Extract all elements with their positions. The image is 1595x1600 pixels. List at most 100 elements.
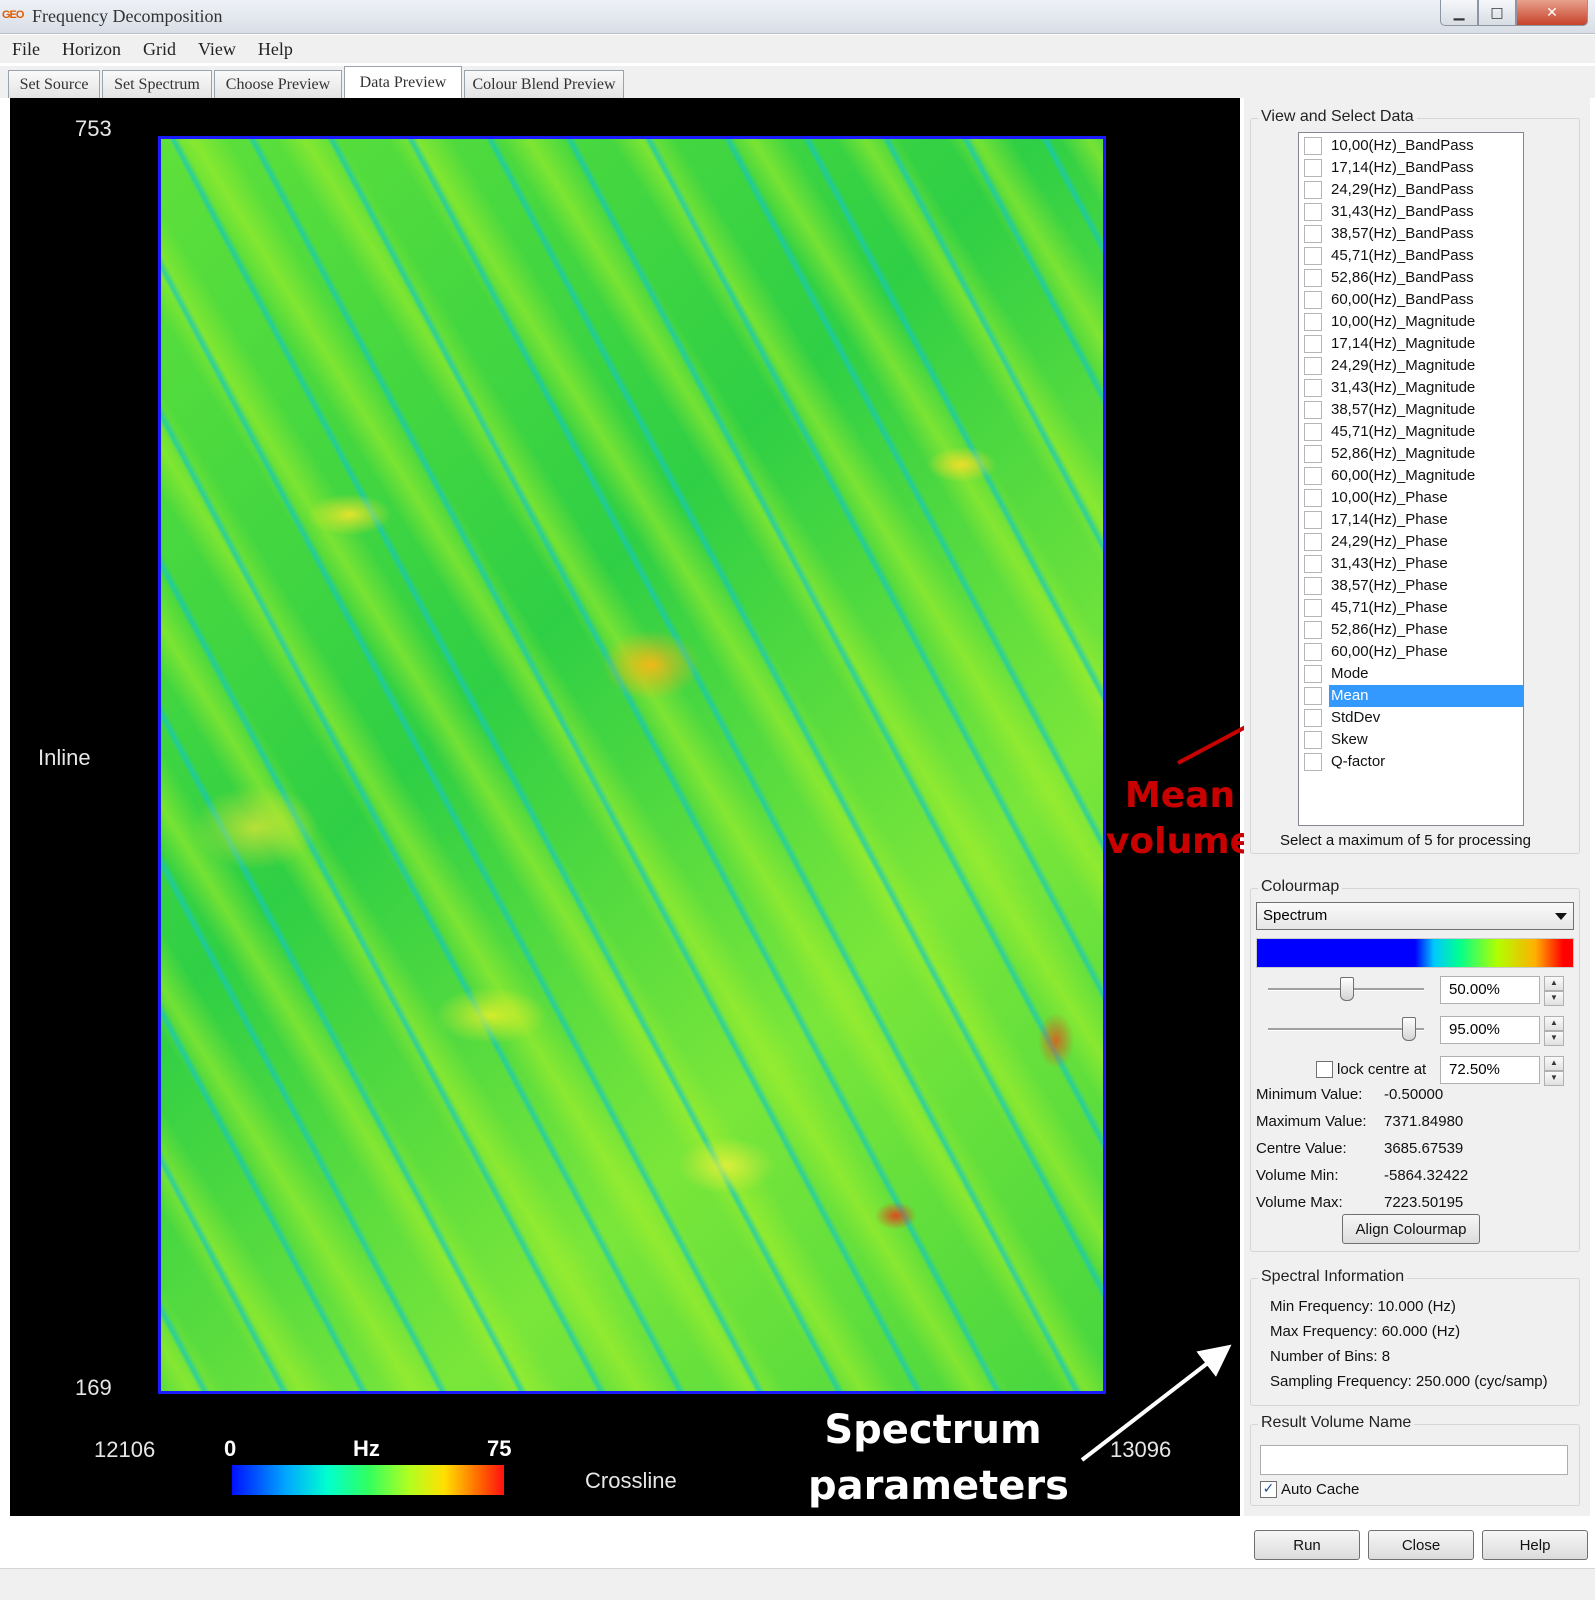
list-item-label: 52,86(Hz)_Magnitude: [1331, 445, 1476, 462]
list-item-checkbox[interactable]: [1304, 181, 1322, 199]
list-item-checkbox[interactable]: [1304, 137, 1322, 155]
list-item[interactable]: 45,71(Hz)_BandPass: [1299, 245, 1523, 267]
list-item[interactable]: StdDev: [1299, 707, 1523, 729]
auto-cache-checkbox[interactable]: ✓: [1260, 1481, 1277, 1498]
list-item-checkbox[interactable]: [1304, 511, 1322, 529]
list-item-label: 60,00(Hz)_Magnitude: [1331, 467, 1476, 484]
list-item-checkbox[interactable]: [1304, 555, 1322, 573]
list-item[interactable]: 38,57(Hz)_Phase: [1299, 575, 1523, 597]
slider1-thumb[interactable]: [1340, 977, 1354, 1001]
list-item[interactable]: 10,00(Hz)_BandPass: [1299, 135, 1523, 157]
list-item-checkbox[interactable]: [1304, 643, 1322, 661]
spin-up-icon[interactable]: ▲: [1544, 976, 1564, 991]
list-item[interactable]: 24,29(Hz)_Phase: [1299, 531, 1523, 553]
list-item-checkbox[interactable]: [1304, 247, 1322, 265]
list-item[interactable]: 24,29(Hz)_BandPass: [1299, 179, 1523, 201]
help-button[interactable]: Help: [1482, 1530, 1588, 1560]
list-item-checkbox[interactable]: [1304, 291, 1322, 309]
list-item-label: 38,57(Hz)_Phase: [1331, 577, 1448, 594]
list-item[interactable]: 10,00(Hz)_Phase: [1299, 487, 1523, 509]
number-of-bins-value: 8: [1381, 1348, 1391, 1365]
slider1-value-field[interactable]: 50.00%: [1440, 976, 1540, 1004]
list-item-checkbox[interactable]: [1304, 269, 1322, 287]
lock-centre-spinner[interactable]: ▲ ▼: [1544, 1056, 1564, 1086]
lock-centre-checkbox[interactable]: [1316, 1061, 1333, 1078]
list-item-checkbox[interactable]: [1304, 687, 1322, 705]
list-item-checkbox[interactable]: [1304, 665, 1322, 683]
slider2-value-field[interactable]: 95.00%: [1440, 1016, 1540, 1044]
slider2-track[interactable]: [1268, 1028, 1424, 1031]
list-item[interactable]: 52,86(Hz)_Magnitude: [1299, 443, 1523, 465]
list-item-label: 52,86(Hz)_BandPass: [1331, 269, 1474, 286]
list-item[interactable]: 45,71(Hz)_Phase: [1299, 597, 1523, 619]
list-item[interactable]: Q-factor: [1299, 751, 1523, 773]
close-button[interactable]: Close: [1368, 1530, 1474, 1560]
colourmap-select[interactable]: Spectrum: [1256, 902, 1574, 930]
list-item[interactable]: 60,00(Hz)_Phase: [1299, 641, 1523, 663]
slider2-thumb[interactable]: [1402, 1017, 1416, 1041]
list-item-checkbox[interactable]: [1304, 379, 1322, 397]
list-item-checkbox[interactable]: [1304, 709, 1322, 727]
list-item[interactable]: 38,57(Hz)_Magnitude: [1299, 399, 1523, 421]
slider1-spinner[interactable]: ▲ ▼: [1544, 976, 1564, 1006]
list-item-checkbox[interactable]: [1304, 313, 1322, 331]
spin-down-icon[interactable]: ▼: [1544, 1071, 1564, 1086]
list-item-checkbox[interactable]: [1304, 357, 1322, 375]
run-button[interactable]: Run: [1254, 1530, 1360, 1560]
list-item-checkbox[interactable]: [1304, 225, 1322, 243]
list-item[interactable]: Mode: [1299, 663, 1523, 685]
spin-up-icon[interactable]: ▲: [1544, 1016, 1564, 1031]
list-item-checkbox[interactable]: [1304, 445, 1322, 463]
stat-max-label: Maximum Value:: [1256, 1113, 1367, 1130]
list-item[interactable]: 10,00(Hz)_Magnitude: [1299, 311, 1523, 333]
spin-down-icon[interactable]: ▼: [1544, 991, 1564, 1006]
lock-centre-value-field[interactable]: 72.50%: [1440, 1056, 1540, 1084]
list-item[interactable]: 60,00(Hz)_Magnitude: [1299, 465, 1523, 487]
spin-up-icon[interactable]: ▲: [1544, 1056, 1564, 1071]
list-item-label: 31,43(Hz)_Magnitude: [1331, 379, 1476, 396]
stat-volume-max-value: 7223.50195: [1384, 1194, 1464, 1211]
list-item[interactable]: 31,43(Hz)_Phase: [1299, 553, 1523, 575]
list-item-checkbox[interactable]: [1304, 203, 1322, 221]
data-list[interactable]: 10,00(Hz)_BandPass 17,14(Hz)_BandPass 24,2…: [1298, 132, 1524, 826]
selection-limit-note: Select a maximum of 5 for processing: [1280, 832, 1531, 849]
list-item[interactable]: Mean: [1299, 685, 1523, 707]
list-item-label: 60,00(Hz)_BandPass: [1331, 291, 1474, 308]
list-item-label: 45,71(Hz)_Magnitude: [1331, 423, 1476, 440]
list-item-checkbox[interactable]: [1304, 599, 1322, 617]
list-item[interactable]: 45,71(Hz)_Magnitude: [1299, 421, 1523, 443]
list-item-label: Mode: [1331, 665, 1369, 682]
list-item[interactable]: 24,29(Hz)_Magnitude: [1299, 355, 1523, 377]
list-item-label: StdDev: [1331, 709, 1381, 726]
list-item[interactable]: 31,43(Hz)_BandPass: [1299, 201, 1523, 223]
list-item-label: 10,00(Hz)_Phase: [1331, 489, 1448, 506]
list-item-checkbox[interactable]: [1304, 159, 1322, 177]
list-item[interactable]: 52,86(Hz)_Phase: [1299, 619, 1523, 641]
spectral-info-title: Spectral Information: [1258, 1268, 1408, 1286]
list-item[interactable]: 17,14(Hz)_BandPass: [1299, 157, 1523, 179]
list-item[interactable]: Skew: [1299, 729, 1523, 751]
list-item[interactable]: 52,86(Hz)_BandPass: [1299, 267, 1523, 289]
list-item-checkbox[interactable]: [1304, 489, 1322, 507]
sampling-frequency-label: Sampling Frequency:: [1270, 1373, 1412, 1390]
list-item-checkbox[interactable]: [1304, 423, 1322, 441]
list-item-checkbox[interactable]: [1304, 335, 1322, 353]
list-item[interactable]: 31,43(Hz)_Magnitude: [1299, 377, 1523, 399]
list-item-checkbox[interactable]: [1304, 731, 1322, 749]
align-colourmap-button[interactable]: Align Colourmap: [1342, 1214, 1480, 1244]
list-item[interactable]: 17,14(Hz)_Magnitude: [1299, 333, 1523, 355]
list-item-checkbox[interactable]: [1304, 467, 1322, 485]
list-item-checkbox[interactable]: [1304, 753, 1322, 771]
list-item[interactable]: 38,57(Hz)_BandPass: [1299, 223, 1523, 245]
list-item[interactable]: 60,00(Hz)_BandPass: [1299, 289, 1523, 311]
list-item-checkbox[interactable]: [1304, 621, 1322, 639]
stat-volume-max-label: Volume Max:: [1256, 1194, 1343, 1211]
list-item-checkbox[interactable]: [1304, 577, 1322, 595]
spin-down-icon[interactable]: ▼: [1544, 1031, 1564, 1046]
list-item-checkbox[interactable]: [1304, 401, 1322, 419]
result-volume-name-input[interactable]: [1260, 1445, 1568, 1475]
list-item[interactable]: 17,14(Hz)_Phase: [1299, 509, 1523, 531]
slider2-spinner[interactable]: ▲ ▼: [1544, 1016, 1564, 1046]
stat-volume-min-label: Volume Min:: [1256, 1167, 1339, 1184]
list-item-checkbox[interactable]: [1304, 533, 1322, 551]
